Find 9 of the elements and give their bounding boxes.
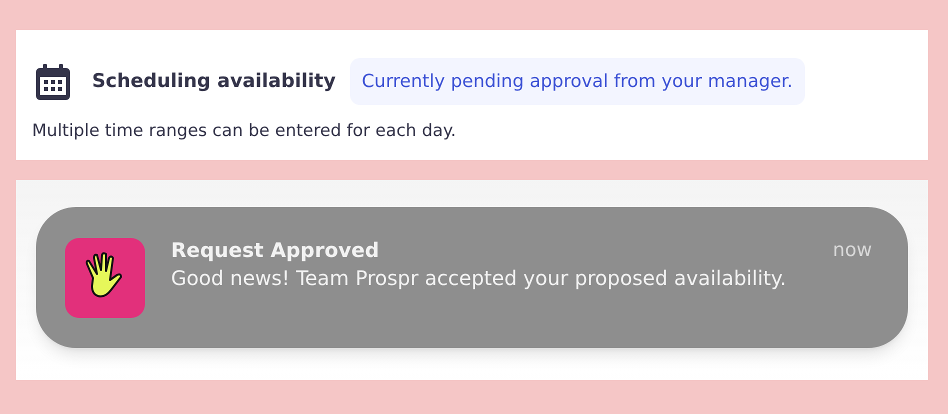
calendar-icon	[36, 64, 70, 100]
app-icon	[65, 238, 145, 318]
notification-time: now	[832, 238, 872, 263]
section-title: Scheduling availability	[92, 69, 336, 94]
notification-title: Request Approved	[171, 237, 380, 264]
notification-banner[interactable]: Request Approved Good news! Team Prospr accepted your proposed availability. now	[36, 207, 908, 348]
hint-text: Multiple time ranges can be entered for each day.	[32, 120, 458, 143]
notification-message: Good news! Team Prospr accepted your proposed availability.	[171, 265, 788, 292]
status-badge: Currently pending approval from your manager.	[350, 58, 805, 105]
